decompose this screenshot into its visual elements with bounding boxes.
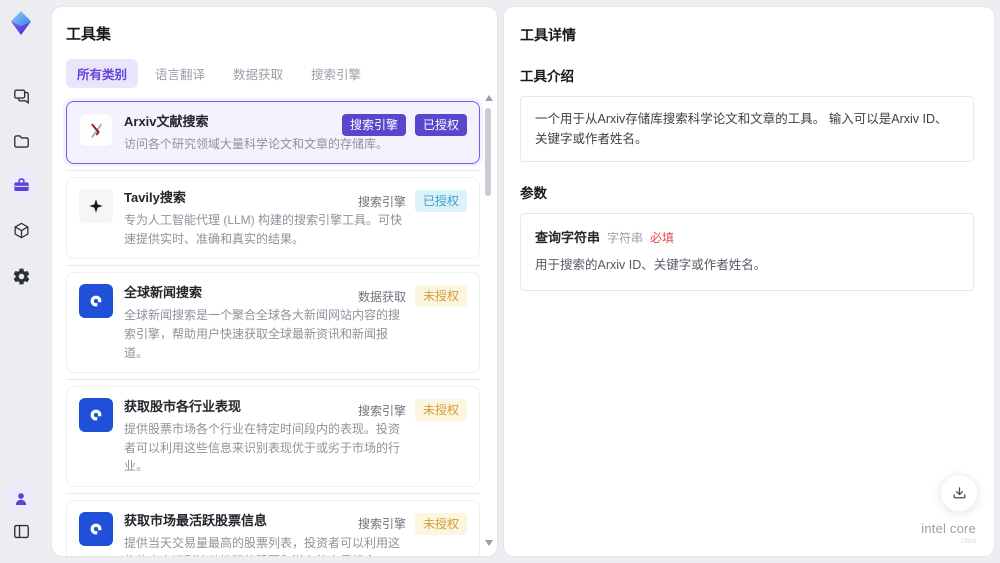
param-description: 用于搜索的Arxiv ID、关键字或作者姓名。 (535, 258, 767, 272)
category-label: 搜索引擎 (357, 194, 406, 209)
tool-row-sector-performance: 获取股市各行业表现 提供股票市场各个行业在特定时间段内的表现。投资者可以利用这些… (66, 386, 480, 494)
intel-core-logo: intel core Ultra (921, 520, 976, 546)
tab-search-engine[interactable]: 搜索引擎 (300, 59, 372, 88)
tab-data-fetch[interactable]: 数据获取 (222, 59, 294, 88)
app-logo (7, 9, 35, 37)
details-title: 工具详情 (520, 27, 576, 43)
scroll-down-arrow[interactable] (485, 540, 493, 546)
tool-row-arxiv: Arxiv文献搜索 访问各个研究领域大量科学论文和文章的存储库。 搜索引擎 已授… (66, 101, 480, 172)
toolbox-icon-active[interactable] (7, 171, 35, 199)
cube-icon[interactable] (7, 216, 35, 244)
category-label: 搜索引擎 (357, 403, 406, 418)
params-heading: 参数 (520, 186, 547, 201)
tool-description: 提供股票市场各个行业在特定时间段内的表现。投资者可以利用这些信息来识别表现优于或… (124, 421, 401, 474)
tool-card-tavily[interactable]: Tavily搜索 专为人工智能代理 (LLM) 构建的搜索引擎工具。可快速提供实… (66, 177, 480, 260)
tool-card-arxiv[interactable]: Arxiv文献搜索 访问各个研究领域大量科学论文和文章的存储库。 搜索引擎 已授… (66, 101, 480, 165)
user-icon[interactable] (7, 485, 35, 513)
tab-language-translation[interactable]: 语言翻译 (144, 59, 216, 88)
nav-rail (0, 0, 42, 563)
intel-core-logo-text: intel core (921, 520, 976, 536)
list-scrollbar[interactable] (484, 89, 493, 550)
auth-status-badge: 未授权 (414, 512, 467, 535)
param-name: 查询字符串 (535, 230, 601, 245)
scroll-up-arrow[interactable] (485, 95, 493, 101)
folder-icon[interactable] (7, 127, 35, 155)
param-box: 查询字符串 字符串 必填 用于搜索的Arxiv ID、关键字或作者姓名。 (520, 213, 974, 291)
arxiv-icon (79, 113, 113, 147)
tool-row-tavily: Tavily搜索 专为人工智能代理 (LLM) 构建的搜索引擎工具。可快速提供实… (66, 177, 480, 267)
tool-details-panel: 工具详情 工具介绍 一个用于从Arxiv存储库搜索科学论文和文章的工具。 输入可… (504, 7, 994, 556)
intro-box: 一个用于从Arxiv存储库搜索科学论文和文章的工具。 输入可以是Arxiv ID… (520, 96, 974, 162)
panel-toggle-icon[interactable] (7, 517, 35, 545)
download-button[interactable] (940, 474, 978, 512)
chat-icon[interactable] (7, 82, 35, 110)
intro-text: 一个用于从Arxiv存储库搜索科学论文和文章的工具。 输入可以是Arxiv ID… (535, 112, 948, 146)
auth-status-badge: 已授权 (414, 190, 467, 213)
tool-description: 提供当天交易量最高的股票列表，投资者可以利用这些信息来识别流动性强的股票和潜在的… (124, 535, 401, 556)
category-tabs: 所有类别 语言翻译 数据获取 搜索引擎 (66, 59, 473, 88)
download-icon (953, 486, 965, 498)
tool-list: Arxiv文献搜索 访问各个研究领域大量科学论文和文章的存储库。 搜索引擎 已授… (66, 101, 480, 556)
auth-status-badge: 未授权 (414, 399, 467, 422)
tool-list-panel: 工具集 所有类别 语言翻译 数据获取 搜索引擎 Arxiv文献搜索 访问各个研究… (52, 7, 497, 556)
category-badge: 搜索引擎 (341, 114, 406, 136)
tool-row-active-stocks: 获取市场最活跃股票信息 提供当天交易量最高的股票列表，投资者可以利用这些信息来识… (66, 499, 480, 556)
auth-status-badge: 已授权 (414, 114, 467, 136)
news-app-icon (79, 284, 113, 319)
intro-heading: 工具介绍 (520, 69, 574, 84)
scrollbar-thumb[interactable] (485, 108, 491, 196)
param-type: 字符串 (607, 231, 644, 245)
tab-all-categories[interactable]: 所有类别 (66, 59, 139, 88)
tool-description: 专为人工智能代理 (LLM) 构建的搜索引擎工具。可快速提供实时、准确和真实的结… (124, 213, 403, 246)
category-label: 数据获取 (357, 289, 406, 304)
intel-core-ultra-subtext: Ultra (961, 538, 976, 546)
page-title: 工具集 (66, 26, 112, 43)
news-app-icon (79, 511, 113, 546)
tool-card-active-stocks[interactable]: 获取市场最活跃股票信息 提供当天交易量最高的股票列表，投资者可以利用这些信息来识… (66, 499, 480, 556)
tool-description: 访问各个研究领域大量科学论文和文章的存储库。 (124, 136, 389, 151)
tool-card-global-news[interactable]: 全球新闻搜索 全球新闻搜索是一个聚合全球各大新闻网站内容的搜索引擎，帮助用户快速… (66, 272, 480, 374)
news-app-icon (79, 398, 113, 433)
tavily-sparkle-icon (79, 189, 113, 224)
category-label: 搜索引擎 (357, 517, 406, 532)
param-required-flag: 必填 (650, 231, 675, 245)
settings-gear-icon[interactable] (7, 262, 35, 290)
tool-card-sector-performance[interactable]: 获取股市各行业表现 提供股票市场各个行业在特定时间段内的表现。投资者可以利用这些… (66, 386, 480, 487)
tool-row-global-news: 全球新闻搜索 全球新闻搜索是一个聚合全球各大新闻网站内容的搜索引擎，帮助用户快速… (66, 272, 480, 380)
tool-description: 全球新闻搜索是一个聚合全球各大新闻网站内容的搜索引擎，帮助用户快速获取全球最新资… (124, 308, 401, 360)
auth-status-badge: 未授权 (414, 285, 467, 308)
